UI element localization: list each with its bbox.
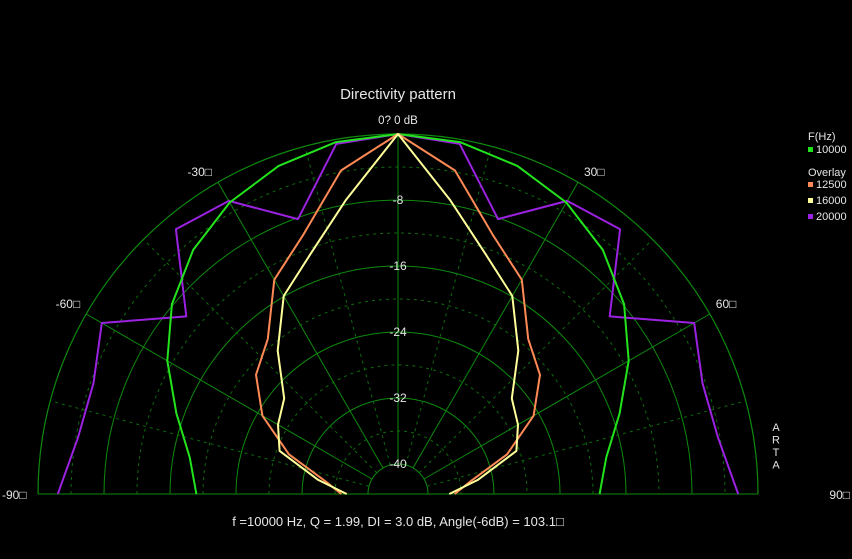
legend-swatch-16000 [808,198,813,203]
legend-item-12500: 12500 [816,179,847,191]
chart-title: Directivity pattern [340,86,456,103]
legend-swatch-12500 [808,182,813,187]
angle-tick-label: 90□ [829,488,850,502]
legend-item-20000: 20000 [816,211,847,223]
radial-tick-label: -8 [393,193,404,207]
radial-tick-label: -40 [389,457,407,471]
angle-tick-label: -90□ [2,488,27,502]
radial-tick-label: -32 [389,391,407,405]
angle-tick-label: 60□ [716,297,737,311]
angle-tick-label: -30□ [187,165,212,179]
radial-tick-label: -24 [389,325,407,339]
angle-tick-label: 30□ [584,165,605,179]
watermark-text: ARTA [772,422,780,472]
footer-stats: f =10000 Hz, Q = 1.99, DI = 3.0 dB, Angl… [232,514,564,529]
watermark: ARTA [772,422,780,472]
angle-tick-label: -60□ [56,297,81,311]
legend-swatch-20000 [808,214,813,219]
legend-swatch-10000 [808,147,813,152]
directivity-chart: -8 -16 -24 -32 -40 -90□ -60□ -30□ 30□ 60□ 90□ Dire… [0,0,852,559]
legend-overlay-header: Overlay [808,167,846,179]
top-label: 0? 0 dB [378,115,418,127]
legend-item-16000: 16000 [816,195,847,207]
legend-header: F(Hz) [808,131,836,143]
radial-tick-label: -16 [389,259,407,273]
chart-background [0,0,852,559]
legend-item-10000: 10000 [816,144,847,156]
